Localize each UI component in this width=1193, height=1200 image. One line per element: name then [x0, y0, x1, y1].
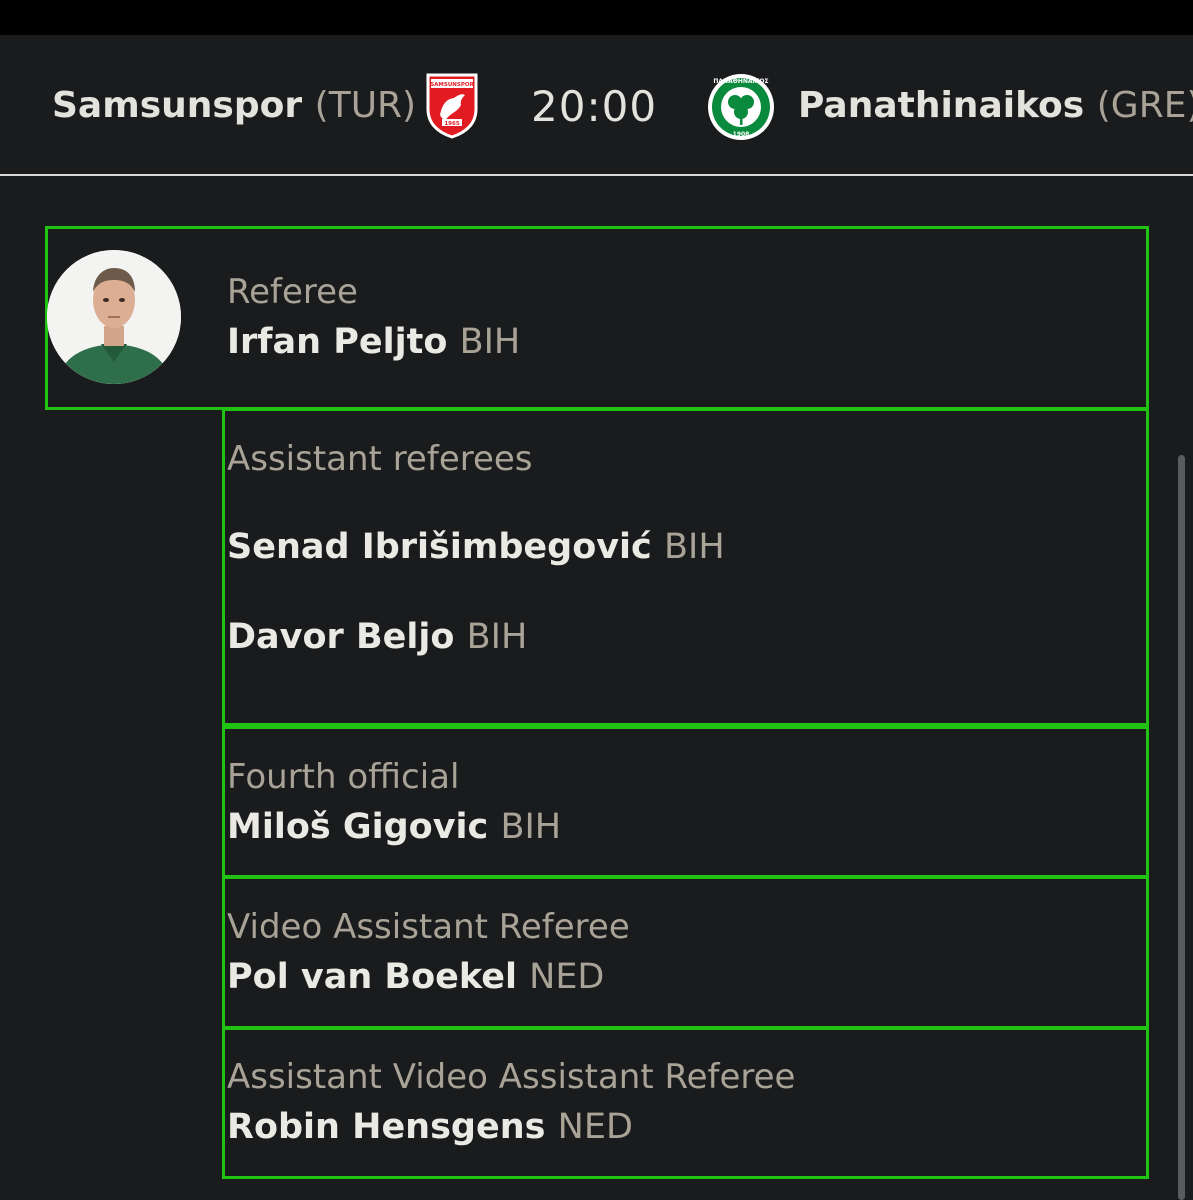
referee-name: Irfan Peljto	[227, 322, 448, 362]
avar-role: Assistant Video Assistant Referee	[227, 1057, 796, 1097]
avar-card	[222, 1027, 1149, 1179]
header-divider	[0, 174, 1193, 176]
status-bar	[0, 0, 1193, 35]
referee-photo	[47, 250, 181, 384]
away-crest-text: ΠΑΝΑΘΗΝΑΪΚΟΣ	[713, 78, 768, 85]
vertical-scrollbar[interactable]	[1178, 455, 1185, 1200]
assistant-referee-2[interactable]: Davor Beljo BIH	[227, 617, 527, 657]
var-card	[222, 876, 1149, 1029]
away-team-name: Panathinaikos	[798, 85, 1085, 126]
referee-card[interactable]	[45, 226, 1149, 410]
home-team-name: Samsunspor	[52, 85, 303, 126]
fourth-official-nationality: BIH	[500, 807, 562, 847]
away-crest-year: 1908	[733, 131, 750, 138]
referee-avatar	[47, 250, 181, 384]
avar-nationality: NED	[557, 1107, 633, 1147]
referee-nationality: BIH	[459, 322, 521, 362]
assistant-referees-role: Assistant referees	[227, 439, 533, 479]
referee-role: Referee	[227, 272, 358, 312]
home-team[interactable]: Samsunspor (TUR)	[52, 85, 416, 126]
assistant-referee-2-nationality: BIH	[466, 617, 528, 657]
samsunspor-crest-icon: SAMSUNSPOR 1965	[426, 73, 478, 139]
home-crest-text: SAMSUNSPOR	[430, 82, 474, 88]
var-nationality: NED	[529, 957, 605, 997]
fourth-official-card	[222, 726, 1149, 878]
assistant-referee-1-name: Senad Ibrišimbegović	[227, 527, 652, 567]
avar-person[interactable]: Robin Hensgens NED	[227, 1107, 633, 1147]
away-team-country: (GRE)	[1096, 85, 1193, 126]
assistant-referee-1[interactable]: Senad Ibrišimbegović BIH	[227, 527, 725, 567]
away-team[interactable]: Panathinaikos (GRE)	[798, 85, 1193, 126]
fourth-official-person[interactable]: Miloš Gigovic BIH	[227, 807, 561, 847]
panathinaikos-crest-icon: ΠΑΝΑΘΗΝΑΪΚΟΣ 1908	[708, 74, 774, 140]
fourth-official-name: Miloš Gigovic	[227, 807, 489, 847]
home-team-country: (TUR)	[314, 85, 417, 126]
fourth-official-role: Fourth official	[227, 757, 460, 797]
var-person[interactable]: Pol van Boekel NED	[227, 957, 604, 997]
assistant-referee-2-name: Davor Beljo	[227, 617, 455, 657]
assistant-referee-1-nationality: BIH	[664, 527, 725, 567]
home-crest-year: 1965	[444, 121, 459, 127]
avar-name: Robin Hensgens	[227, 1107, 546, 1147]
referee-person[interactable]: Irfan Peljto BIH	[227, 322, 520, 362]
var-name: Pol van Boekel	[227, 957, 517, 997]
var-role: Video Assistant Referee	[227, 907, 630, 947]
kickoff-time: 20:00	[531, 82, 658, 131]
